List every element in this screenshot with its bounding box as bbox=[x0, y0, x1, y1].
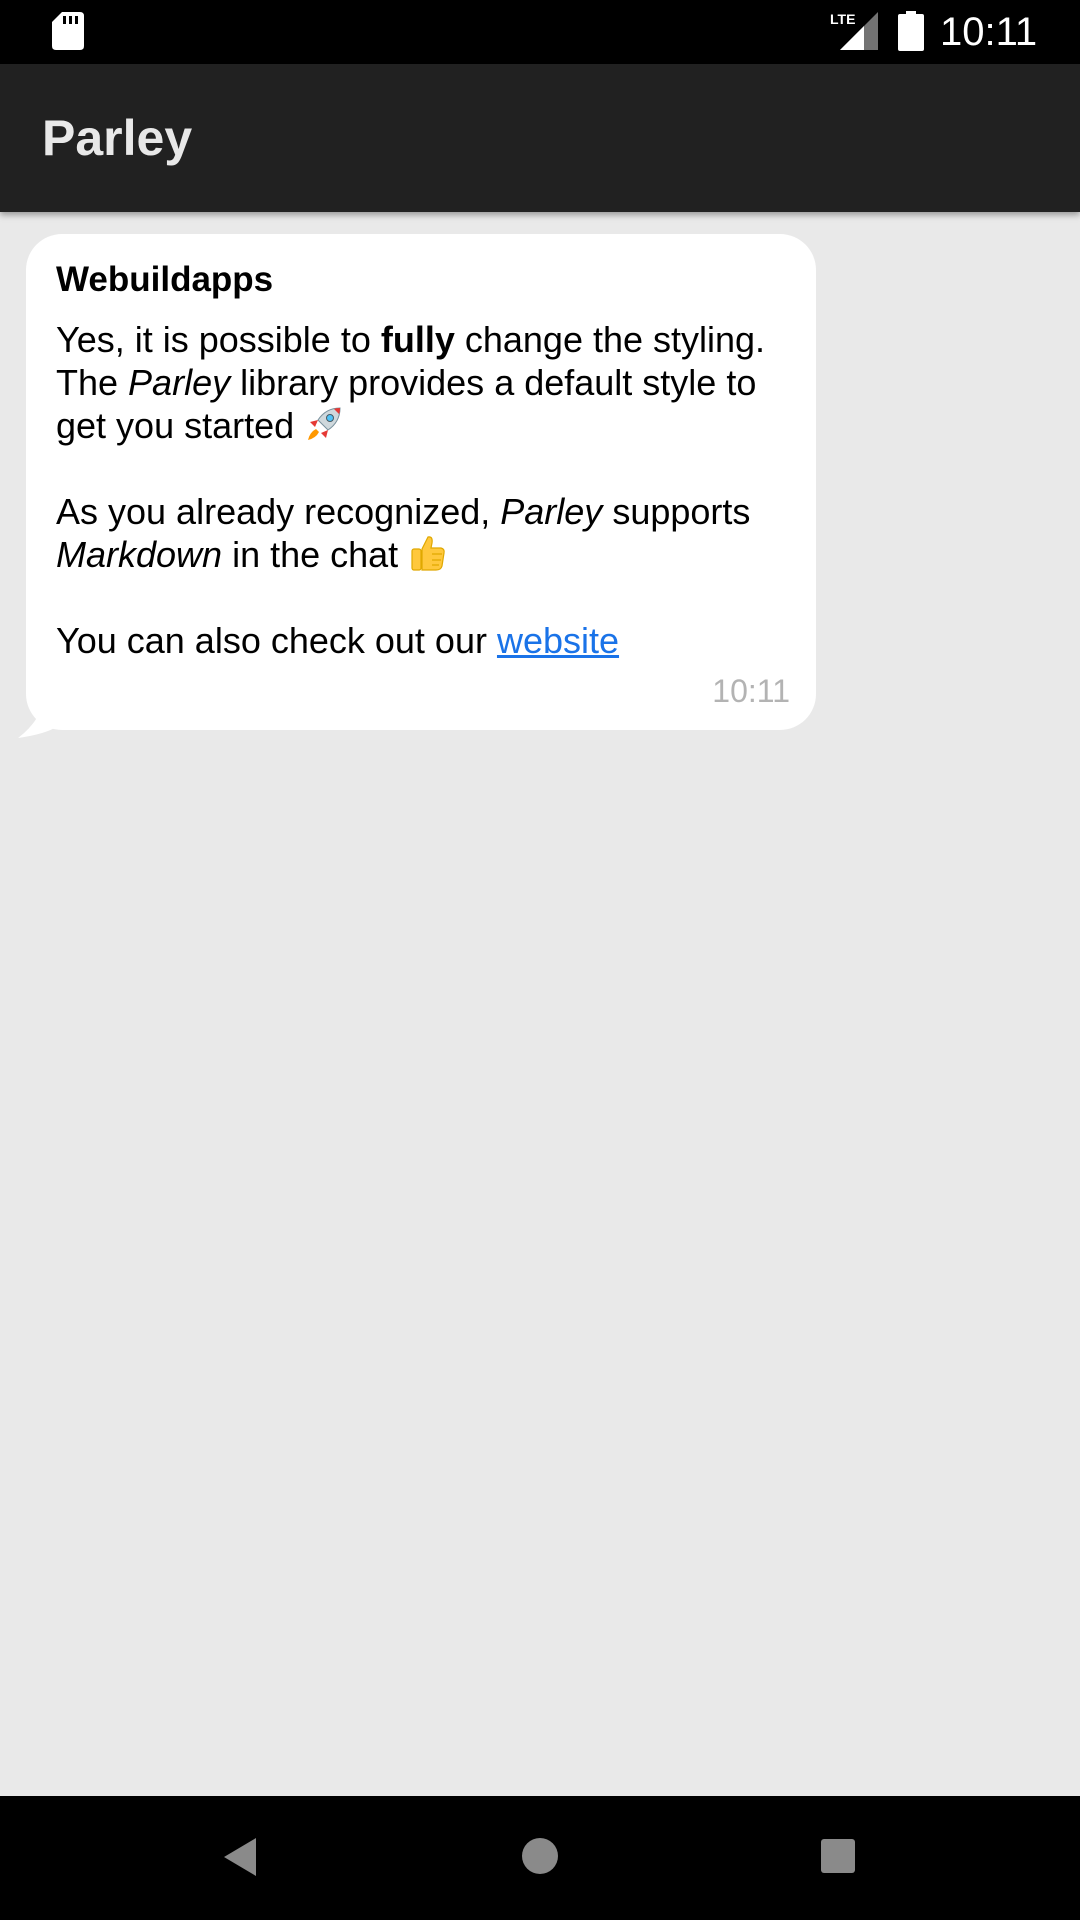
app-bar: Parley bbox=[0, 64, 1080, 212]
website-link[interactable]: website bbox=[497, 620, 619, 661]
sd-card-icon bbox=[52, 12, 84, 50]
message-bold-text: fully bbox=[380, 319, 455, 360]
status-time: 10:11 bbox=[940, 10, 1038, 54]
rocket-emoji-icon bbox=[308, 407, 341, 440]
message-line: Yes, it is possible to fully change the … bbox=[56, 318, 788, 361]
message-time: 10:11 bbox=[712, 673, 790, 709]
lte-signal-icon: LTE bbox=[830, 11, 878, 50]
battery-icon bbox=[898, 11, 924, 51]
screen: LTE 10:11 Parley Webuildapps Yes, it is … bbox=[0, 0, 1080, 1920]
message-text: The bbox=[56, 362, 129, 403]
message-text: You can also check out our bbox=[56, 620, 497, 661]
message-italic-text: Parley bbox=[128, 362, 231, 403]
message-text: change the styling. bbox=[454, 319, 766, 360]
chat-area[interactable]: Webuildapps Yes, it is possible to fully… bbox=[0, 212, 1080, 1796]
message-bubble[interactable]: Webuildapps Yes, it is possible to fully… bbox=[26, 234, 816, 730]
message-sender: Webuildapps bbox=[56, 260, 274, 299]
message-text: supports bbox=[602, 491, 751, 532]
message-line: get you started bbox=[56, 404, 788, 447]
back-icon[interactable] bbox=[222, 1836, 258, 1878]
message-line: As you already recognized, Parley suppor… bbox=[56, 490, 788, 533]
thumbs-up-emoji-icon bbox=[411, 536, 445, 571]
status-bar: LTE 10:11 bbox=[0, 0, 1080, 64]
recents-icon[interactable] bbox=[820, 1838, 856, 1874]
navigation-bar bbox=[0, 1796, 1080, 1920]
message-text: in the chat bbox=[222, 534, 409, 575]
message-line: The Parley library provides a default st… bbox=[56, 361, 788, 404]
app-title: Parley bbox=[42, 110, 193, 166]
message-italic-text: Parley bbox=[500, 491, 603, 532]
message-line: Markdown in the chat bbox=[56, 533, 788, 576]
message-italic-text: Markdown bbox=[56, 534, 223, 575]
message-text: Yes, it is possible to bbox=[56, 319, 381, 360]
message-line: You can also check out our website bbox=[56, 619, 788, 662]
lte-label: LTE bbox=[830, 11, 855, 27]
message-text: get you started bbox=[56, 405, 305, 446]
message-text: library provides a default style to bbox=[230, 362, 757, 403]
home-icon[interactable] bbox=[520, 1836, 560, 1876]
message-text: As you already recognized, bbox=[56, 491, 501, 532]
